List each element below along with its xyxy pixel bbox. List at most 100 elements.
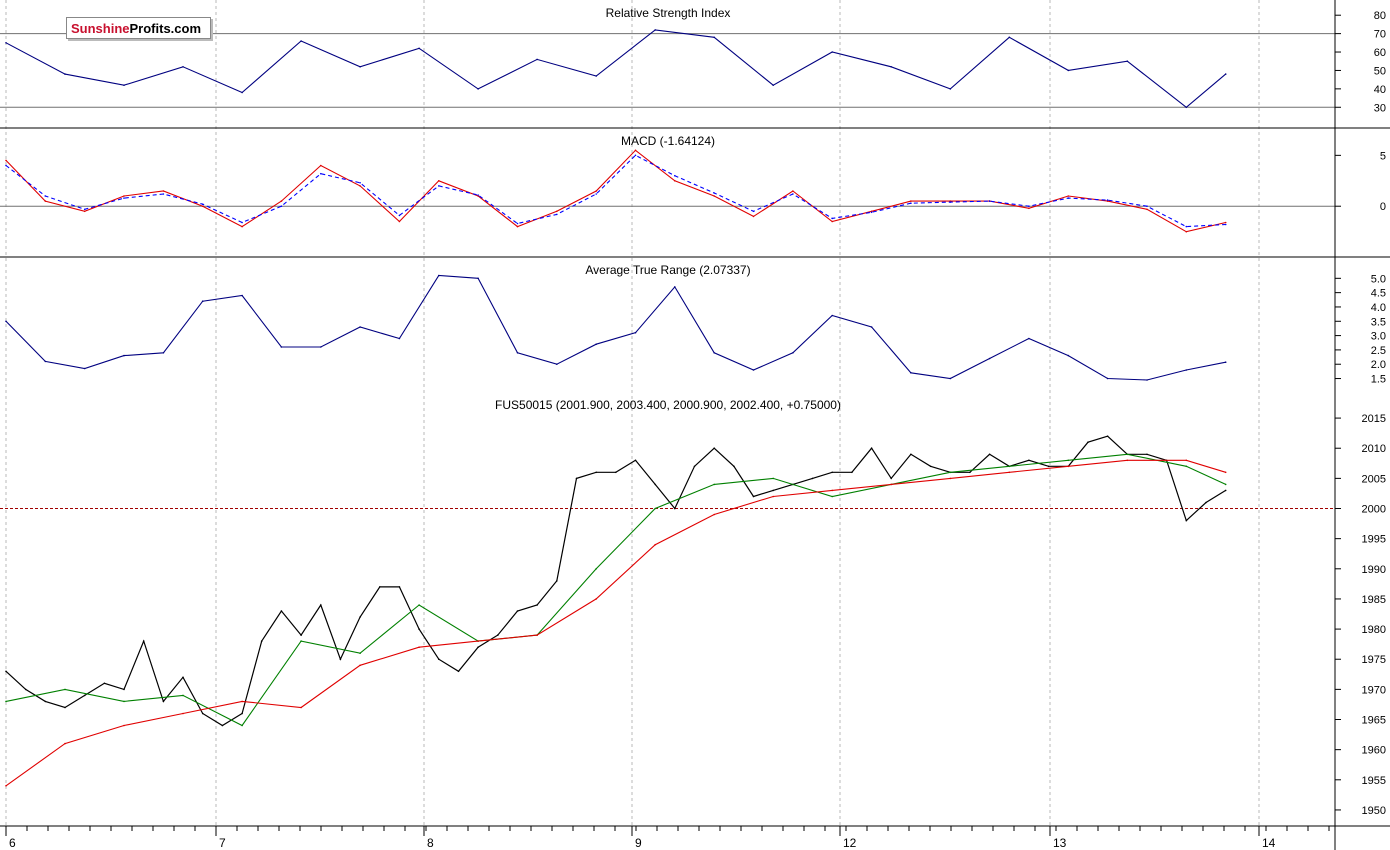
data-point xyxy=(142,640,145,642)
series-line xyxy=(5,453,1226,727)
data-point xyxy=(418,604,420,606)
data-point xyxy=(969,471,971,474)
data-point xyxy=(713,483,715,486)
y-tick-label: 40 xyxy=(1374,84,1386,96)
data-point xyxy=(320,346,322,348)
series-line xyxy=(5,459,1226,787)
data-point xyxy=(1028,337,1030,340)
data-point xyxy=(83,208,86,211)
data-point xyxy=(241,294,243,297)
data-point xyxy=(1067,195,1070,197)
data-point xyxy=(44,360,47,363)
x-tick-label: 6 xyxy=(9,836,16,850)
data-point xyxy=(1185,369,1188,371)
y-tick-label: 2.0 xyxy=(1371,359,1386,371)
data-point xyxy=(162,193,165,195)
y-tick-label: 1975 xyxy=(1362,654,1386,666)
data-point xyxy=(201,203,204,205)
macd-panel: MACD (-1.64124) 0 5 xyxy=(0,134,1386,233)
data-point xyxy=(260,640,263,642)
data-point xyxy=(988,453,991,456)
data-point xyxy=(103,682,106,685)
data-point xyxy=(1008,36,1011,39)
data-point xyxy=(1008,465,1011,468)
data-point xyxy=(595,343,597,346)
data-point xyxy=(595,471,597,474)
data-point xyxy=(1126,60,1129,62)
data-point xyxy=(1106,199,1109,201)
data-point xyxy=(870,447,873,450)
y-tick-label: 0 xyxy=(1380,201,1386,213)
data-point xyxy=(831,217,833,220)
atr-panel: Average True Range (2.07337) 1.5 2.0 2.5 3.0… xyxy=(5,263,1386,386)
data-point xyxy=(674,180,676,182)
data-point xyxy=(910,200,912,202)
data-point xyxy=(24,688,27,691)
data-point xyxy=(1028,459,1030,462)
data-point xyxy=(398,586,401,588)
y-tick-label: 1995 xyxy=(1362,534,1386,546)
data-point xyxy=(477,194,479,196)
y-tick-label: 1985 xyxy=(1362,594,1386,606)
y-tick-label: 3.5 xyxy=(1371,316,1386,328)
data-point xyxy=(280,205,283,207)
y-tick-label: 2010 xyxy=(1362,443,1386,455)
data-point xyxy=(910,372,912,374)
data-point xyxy=(83,210,86,213)
data-point xyxy=(280,346,283,348)
data-point xyxy=(516,222,519,225)
y-tick-label: 3.0 xyxy=(1371,331,1386,343)
data-point xyxy=(1008,471,1011,474)
data-point xyxy=(418,646,420,648)
data-point xyxy=(221,724,224,727)
data-point xyxy=(1106,377,1109,380)
y-tick-label: 2000 xyxy=(1362,504,1386,516)
data-point xyxy=(182,66,184,68)
data-point xyxy=(595,193,597,195)
data-point xyxy=(910,202,912,204)
data-point xyxy=(831,220,833,223)
data-point xyxy=(988,200,991,202)
data-point xyxy=(890,66,892,68)
data-point xyxy=(123,700,125,703)
data-point xyxy=(1146,208,1148,211)
y-tick-label: 1960 xyxy=(1362,745,1386,757)
y-tick-label: 70 xyxy=(1374,29,1386,41)
data-point xyxy=(772,489,774,492)
data-point xyxy=(772,477,774,480)
price-panel: FUS50015 (2001.900, 2003.400, 2000.900, … xyxy=(0,398,1386,817)
series-line xyxy=(5,274,1226,381)
data-point xyxy=(792,190,794,192)
data-point xyxy=(792,193,794,195)
data-point xyxy=(674,174,676,177)
y-tick-label: 1970 xyxy=(1362,684,1386,696)
data-point xyxy=(64,706,66,709)
data-point xyxy=(713,352,715,354)
data-point xyxy=(870,211,873,214)
data-point xyxy=(988,357,991,360)
y-tick-label: 1990 xyxy=(1362,564,1386,576)
y-tick-label: 4.0 xyxy=(1371,302,1386,314)
series-line xyxy=(5,149,1226,233)
data-point xyxy=(241,221,243,224)
data-point xyxy=(241,712,243,715)
data-point xyxy=(123,688,125,691)
data-point xyxy=(831,495,833,498)
y-tick-label: 2015 xyxy=(1362,413,1386,425)
data-point xyxy=(1224,221,1227,224)
data-point xyxy=(339,658,342,660)
data-point xyxy=(241,91,243,94)
data-point xyxy=(359,664,361,667)
data-point xyxy=(634,149,637,152)
data-point xyxy=(831,471,833,474)
data-point xyxy=(1067,465,1070,468)
data-point xyxy=(516,610,519,612)
data-point xyxy=(280,200,283,202)
data-point xyxy=(910,453,912,456)
data-point xyxy=(64,73,66,75)
data-point xyxy=(1185,519,1188,522)
data-point xyxy=(890,483,892,486)
data-point xyxy=(949,201,952,203)
y-tick-label: 1980 xyxy=(1362,624,1386,636)
y-tick-label: 1950 xyxy=(1362,805,1386,817)
